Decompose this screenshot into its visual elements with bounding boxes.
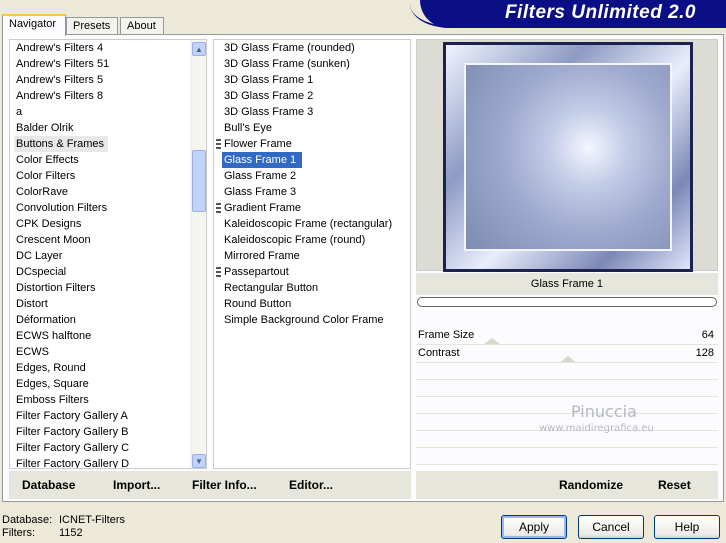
- category-item[interactable]: Color Effects: [10, 152, 206, 168]
- category-item[interactable]: Color Filters: [10, 168, 206, 184]
- reset-button[interactable]: Reset: [658, 478, 691, 492]
- apply-button[interactable]: Apply: [501, 515, 567, 539]
- category-item[interactable]: Distort: [10, 296, 206, 312]
- title-banner: Filters Unlimited 2.0: [410, 0, 726, 28]
- filter-item[interactable]: Glass Frame 2: [214, 168, 410, 184]
- help-button[interactable]: Help: [654, 515, 720, 539]
- category-item[interactable]: Convolution Filters: [10, 200, 206, 216]
- category-item[interactable]: Emboss Filters: [10, 392, 206, 408]
- watermark-url: www.maidiregrafica.eu: [539, 423, 654, 434]
- category-item[interactable]: Andrew's Filters 5: [10, 72, 206, 88]
- slider-marker-icon[interactable]: [484, 338, 500, 344]
- right-toolbar: Randomize Reset: [416, 471, 718, 499]
- watermark-name: Pinuccia: [571, 402, 637, 421]
- preview-image: [443, 42, 693, 272]
- filter-item[interactable]: Mirrored Frame: [214, 248, 410, 264]
- filter-item[interactable]: 3D Glass Frame 1: [214, 72, 410, 88]
- import-button[interactable]: Import...: [113, 478, 160, 492]
- category-item[interactable]: DC Layer: [10, 248, 206, 264]
- param-value: 64: [701, 329, 714, 341]
- filters-count: 1152: [59, 527, 83, 539]
- filter-item[interactable]: Rectangular Button: [214, 280, 410, 296]
- parameter-panel: Frame Size 64 Contrast 128 Pinuccia www.…: [416, 327, 718, 469]
- category-item[interactable]: a: [10, 104, 206, 120]
- category-item[interactable]: Edges, Square: [10, 376, 206, 392]
- randomize-button[interactable]: Randomize: [559, 478, 623, 492]
- tab-about[interactable]: About: [120, 17, 164, 35]
- filter-item[interactable]: Flower Frame: [214, 136, 410, 152]
- category-item[interactable]: Déformation: [10, 312, 206, 328]
- database-value: ICNET-Filters: [59, 514, 125, 526]
- left-toolbar: Database Import... Filter Info... Editor…: [9, 471, 411, 499]
- category-item[interactable]: Edges, Round: [10, 360, 206, 376]
- filter-item[interactable]: 3D Glass Frame 3: [214, 104, 410, 120]
- slider-marker-icon[interactable]: [560, 356, 576, 362]
- preview-area: [416, 39, 718, 272]
- cancel-button[interactable]: Cancel: [578, 515, 644, 539]
- param-label: Frame Size: [418, 329, 475, 341]
- category-item[interactable]: Buttons & Frames: [10, 136, 206, 152]
- filter-item[interactable]: Glass Frame 1: [214, 152, 410, 168]
- category-item[interactable]: Filter Factory Gallery A: [10, 408, 206, 424]
- param-contrast[interactable]: Contrast 128: [416, 345, 718, 363]
- category-item[interactable]: Andrew's Filters 4: [10, 40, 206, 56]
- category-item[interactable]: Balder Olrik: [10, 120, 206, 136]
- category-item[interactable]: Distortion Filters: [10, 280, 206, 296]
- param-value: 128: [695, 347, 714, 359]
- category-item[interactable]: DCspecial: [10, 264, 206, 280]
- param-label: Contrast: [418, 347, 460, 359]
- filter-item[interactable]: Kaleidoscopic Frame (round): [214, 232, 410, 248]
- category-item[interactable]: Andrew's Filters 51: [10, 56, 206, 72]
- filter-list[interactable]: 3D Glass Frame (rounded) 3D Glass Frame (…: [213, 39, 411, 469]
- filter-item[interactable]: Simple Background Color Frame: [214, 312, 410, 328]
- tab-presets[interactable]: Presets: [66, 17, 118, 35]
- tab-navigator[interactable]: Navigator: [2, 14, 66, 36]
- group-marker-icon: [216, 139, 221, 149]
- preview-caption: Glass Frame 1: [416, 273, 718, 295]
- navigator-panel: Andrew's Filters 4 Andrew's Filters 51 And…: [2, 34, 724, 502]
- progress-bar: [417, 297, 717, 307]
- category-item[interactable]: Filter Factory Gallery D: [10, 456, 206, 468]
- filter-item[interactable]: Kaleidoscopic Frame (rectangular): [214, 216, 410, 232]
- database-button[interactable]: Database: [22, 478, 75, 492]
- category-item[interactable]: ColorRave: [10, 184, 206, 200]
- category-item[interactable]: CPK Designs: [10, 216, 206, 232]
- category-item[interactable]: Andrew's Filters 8: [10, 88, 206, 104]
- category-item[interactable]: Filter Factory Gallery B: [10, 424, 206, 440]
- filter-item[interactable]: 3D Glass Frame (rounded): [214, 40, 410, 56]
- filter-info-button[interactable]: Filter Info...: [192, 478, 257, 492]
- category-list[interactable]: Andrew's Filters 4 Andrew's Filters 51 And…: [9, 39, 207, 469]
- param-frame-size[interactable]: Frame Size 64: [416, 327, 718, 345]
- filter-item[interactable]: 3D Glass Frame 2: [214, 88, 410, 104]
- status-info: Database: ICNET-Filters Filters: 1152: [2, 514, 125, 539]
- editor-button[interactable]: Editor...: [289, 478, 333, 492]
- group-marker-icon: [216, 267, 221, 277]
- filter-item[interactable]: 3D Glass Frame (sunken): [214, 56, 410, 72]
- category-item[interactable]: ECWS: [10, 344, 206, 360]
- app-title: Filters Unlimited 2.0: [504, 2, 696, 23]
- category-item[interactable]: Crescent Moon: [10, 232, 206, 248]
- scroll-up-icon[interactable]: ▲: [192, 42, 206, 56]
- filter-item[interactable]: Bull's Eye: [214, 120, 410, 136]
- category-scrollbar[interactable]: ▲ ▼: [190, 40, 206, 468]
- group-marker-icon: [216, 203, 221, 213]
- category-item[interactable]: ECWS halftone: [10, 328, 206, 344]
- filter-item[interactable]: Round Button: [214, 296, 410, 312]
- filter-item[interactable]: Passepartout: [214, 264, 410, 280]
- filter-item[interactable]: Gradient Frame: [214, 200, 410, 216]
- category-item[interactable]: Filter Factory Gallery C: [10, 440, 206, 456]
- scroll-down-icon[interactable]: ▼: [192, 454, 206, 468]
- filter-item[interactable]: Glass Frame 3: [214, 184, 410, 200]
- scroll-thumb[interactable]: [192, 150, 206, 212]
